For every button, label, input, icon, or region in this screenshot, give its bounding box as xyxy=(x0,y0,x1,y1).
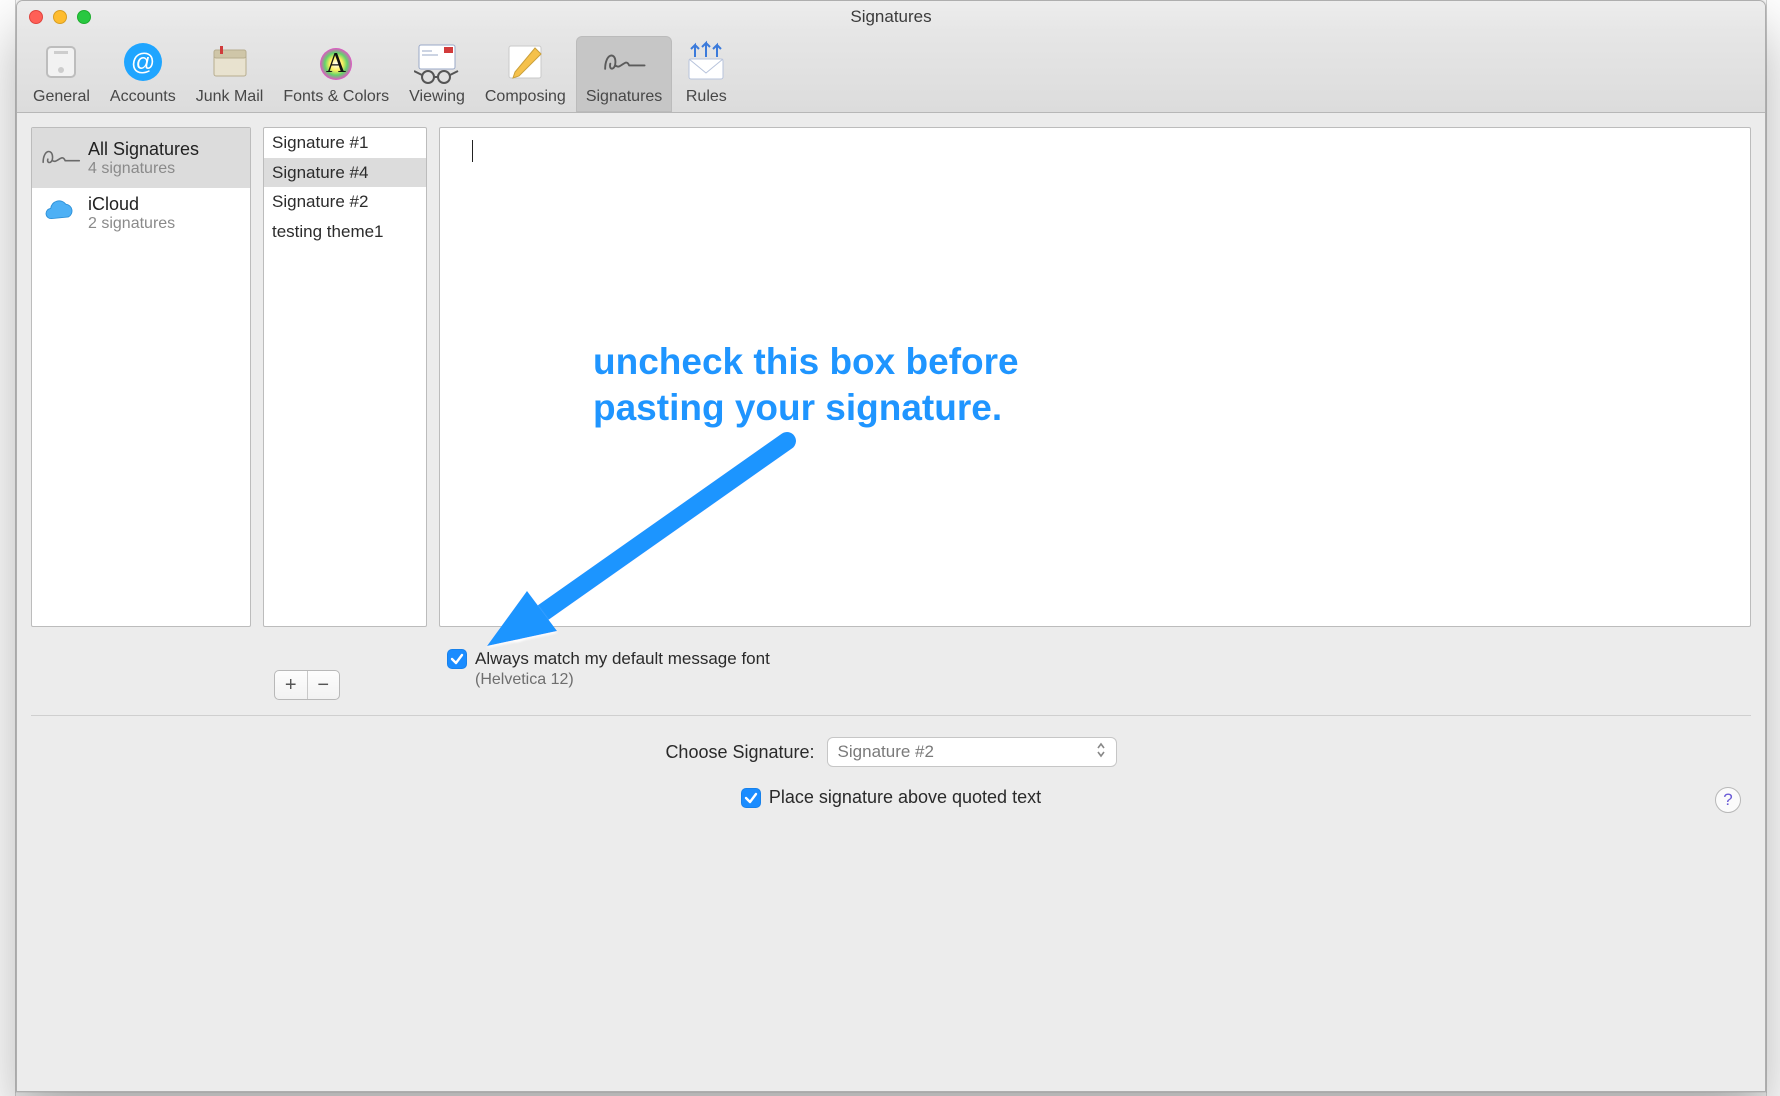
choose-signature-select[interactable]: Signature #2 xyxy=(827,737,1117,767)
callout-line: pasting your signature. xyxy=(593,385,1019,431)
check-icon xyxy=(744,791,758,805)
tab-general[interactable]: General xyxy=(23,36,100,112)
signatures-icon xyxy=(600,38,648,86)
choose-signature-label: Choose Signature: xyxy=(665,742,814,763)
account-title: All Signatures xyxy=(88,139,199,160)
annotation-callout: uncheck this box before pasting your sig… xyxy=(593,339,1019,432)
titlebar: Signatures xyxy=(17,1,1765,32)
divider xyxy=(31,715,1751,716)
choose-signature-value: Signature #2 xyxy=(838,742,934,762)
signature-icon xyxy=(40,141,80,176)
match-font-label: Always match my default message font xyxy=(475,649,770,669)
svg-text:@: @ xyxy=(131,49,155,76)
callout-line: uncheck this box before xyxy=(593,339,1019,385)
accounts-icon: @ xyxy=(119,38,167,86)
background-right-strip xyxy=(1766,0,1780,1096)
general-icon xyxy=(37,38,85,86)
chevron-up-down-icon xyxy=(1096,742,1106,763)
check-icon xyxy=(450,652,464,666)
composing-icon xyxy=(501,38,549,86)
preferences-toolbar: General @ Accounts Junk Mail xyxy=(17,32,1765,113)
tab-label: Rules xyxy=(686,88,727,106)
remove-signature-button[interactable]: − xyxy=(307,671,340,699)
place-above-checkbox[interactable] xyxy=(741,788,761,808)
signature-list-item[interactable]: Signature #1 xyxy=(264,128,426,158)
signature-list-panel: Signature #1 Signature #4 Signature #2 t… xyxy=(263,127,427,627)
account-subtitle: 4 signatures xyxy=(88,160,199,178)
rules-icon xyxy=(682,38,730,86)
signature-list-item[interactable]: Signature #4 xyxy=(264,158,426,188)
fonts-colors-icon: A xyxy=(312,38,360,86)
tab-composing[interactable]: Composing xyxy=(475,36,576,112)
match-font-checkbox[interactable] xyxy=(447,649,467,669)
text-cursor xyxy=(472,140,473,162)
cloud-icon xyxy=(40,200,80,227)
viewing-icon xyxy=(413,38,461,86)
tab-label: General xyxy=(33,88,90,106)
tab-label: Fonts & Colors xyxy=(283,88,389,106)
tab-label: Accounts xyxy=(110,88,176,106)
background-left-strip xyxy=(0,0,16,1096)
tab-label: Composing xyxy=(485,88,566,106)
account-subtitle: 2 signatures xyxy=(88,215,175,233)
window-title: Signatures xyxy=(17,7,1765,27)
signature-list-item[interactable]: testing theme1 xyxy=(264,217,426,247)
tab-fonts-colors[interactable]: A Fonts & Colors xyxy=(273,36,399,112)
add-signature-button[interactable]: + xyxy=(275,671,307,699)
accounts-panel: All Signatures 4 signatures iCloud 2 sig… xyxy=(31,127,251,627)
tab-label: Junk Mail xyxy=(196,88,264,106)
preferences-window: Signatures General @ Accounts Junk Mail xyxy=(16,0,1766,1092)
tab-viewing[interactable]: Viewing xyxy=(399,36,475,112)
tab-junk-mail[interactable]: Junk Mail xyxy=(186,36,274,112)
signature-list-item[interactable]: Signature #2 xyxy=(264,187,426,217)
account-title: iCloud xyxy=(88,194,175,215)
tab-accounts[interactable]: @ Accounts xyxy=(100,36,186,112)
help-button[interactable]: ? xyxy=(1715,787,1741,813)
place-above-label: Place signature above quoted text xyxy=(769,787,1041,808)
tab-rules[interactable]: Rules xyxy=(672,36,740,112)
junk-mail-icon xyxy=(206,38,254,86)
tab-signatures[interactable]: Signatures xyxy=(576,36,673,112)
svg-text:A: A xyxy=(326,48,347,79)
account-row-all-signatures[interactable]: All Signatures 4 signatures xyxy=(32,128,250,188)
tab-label: Signatures xyxy=(586,88,663,106)
account-row-icloud[interactable]: iCloud 2 signatures xyxy=(32,188,250,239)
add-remove-signature-buttons: + − xyxy=(274,670,340,700)
match-font-sublabel: (Helvetica 12) xyxy=(475,671,770,689)
tab-label: Viewing xyxy=(409,88,465,106)
